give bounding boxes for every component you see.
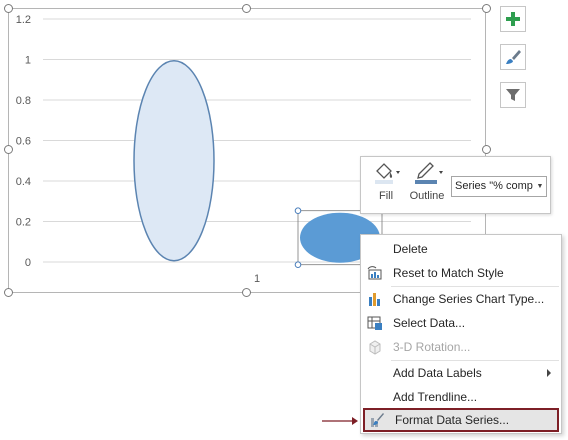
menu-item-change-chart-type[interactable]: Change Series Chart Type...: [361, 287, 561, 311]
resize-handle-bottom-left[interactable]: [4, 288, 13, 297]
x-axis-ticks: 1: [254, 273, 260, 285]
context-menu: Delete Reset to Match Style Change Serie…: [360, 234, 562, 434]
fill-label: Fill: [378, 190, 394, 202]
menu-item-label: Reset to Match Style: [393, 266, 504, 280]
menu-item-label: Delete: [393, 242, 428, 256]
menu-item-3d-rotation: 3-D Rotation...: [361, 335, 561, 359]
y-tick-label: 0: [25, 257, 31, 269]
brush-icon: [506, 50, 521, 64]
resize-handle-top-left[interactable]: [4, 4, 13, 13]
chart-styles-button[interactable]: [500, 44, 526, 70]
series-select-value: Series "% comp: [455, 180, 533, 192]
menu-item-reset-style[interactable]: Reset to Match Style: [361, 261, 561, 285]
chevron-down-icon: ▼: [534, 177, 546, 196]
filter-icon: [506, 89, 520, 101]
menu-item-add-data-labels[interactable]: Add Data Labels: [361, 361, 561, 385]
menu-item-label: 3-D Rotation...: [393, 340, 471, 354]
mini-toolbar: Fill Outline Series "% comp ▼: [360, 156, 551, 214]
series-select[interactable]: Series "% comp ▼: [451, 176, 547, 197]
selection-handle[interactable]: [294, 207, 302, 214]
menu-item-label: Select Data...: [393, 316, 466, 330]
y-axis-ticks: 1.2 1 0.8 0.6 0.4 0.2 0: [16, 14, 31, 269]
y-tick-label: 0.8: [16, 95, 31, 107]
chart-elements-button[interactable]: [500, 6, 526, 32]
bubbles: [133, 60, 383, 268]
menu-item-delete[interactable]: Delete: [361, 237, 561, 261]
resize-handle-left[interactable]: [4, 145, 13, 154]
select-data-icon: [367, 316, 382, 330]
pointer-arrow-icon: [322, 417, 358, 425]
menu-item-add-trendline[interactable]: Add Trendline...: [361, 385, 561, 409]
y-tick-label: 0.2: [16, 217, 31, 229]
reset-style-icon: [367, 266, 382, 280]
selection-handle[interactable]: [294, 261, 302, 268]
menu-item-label: Add Trendline...: [393, 390, 478, 404]
plus-icon: [506, 12, 520, 26]
resize-handle-bottom[interactable]: [242, 288, 251, 297]
menu-item-label: Format Data Series...: [395, 413, 510, 427]
y-tick-label: 0.4: [16, 176, 31, 188]
outline-label: Outline: [409, 190, 445, 202]
x-tick-label: 1: [254, 273, 260, 285]
pencil-icon: [415, 162, 443, 184]
menu-item-format-data-series[interactable]: Format Data Series...: [363, 408, 559, 432]
chart-type-icon: [369, 293, 380, 306]
fill-button[interactable]: Fill: [369, 161, 403, 202]
cube-icon: [369, 340, 381, 355]
paint-bucket-icon: [375, 163, 400, 184]
menu-item-label: Change Series Chart Type...: [393, 292, 545, 306]
chart-filters-button[interactable]: [500, 82, 526, 108]
menu-item-select-data[interactable]: Select Data...: [361, 311, 561, 335]
y-tick-label: 1.2: [16, 14, 31, 26]
y-tick-label: 1: [25, 55, 31, 67]
resize-handle-top[interactable]: [242, 4, 251, 13]
outline-button[interactable]: Outline: [407, 161, 447, 202]
menu-item-label: Add Data Labels: [393, 366, 482, 380]
resize-handle-top-right[interactable]: [482, 4, 491, 13]
resize-handle-right[interactable]: [482, 145, 491, 154]
bubble-series-1[interactable]: [133, 60, 215, 262]
format-series-icon: [371, 413, 384, 427]
y-tick-label: 0.6: [16, 136, 31, 148]
chevron-right-icon: [547, 369, 551, 377]
gridlines: [43, 18, 471, 263]
